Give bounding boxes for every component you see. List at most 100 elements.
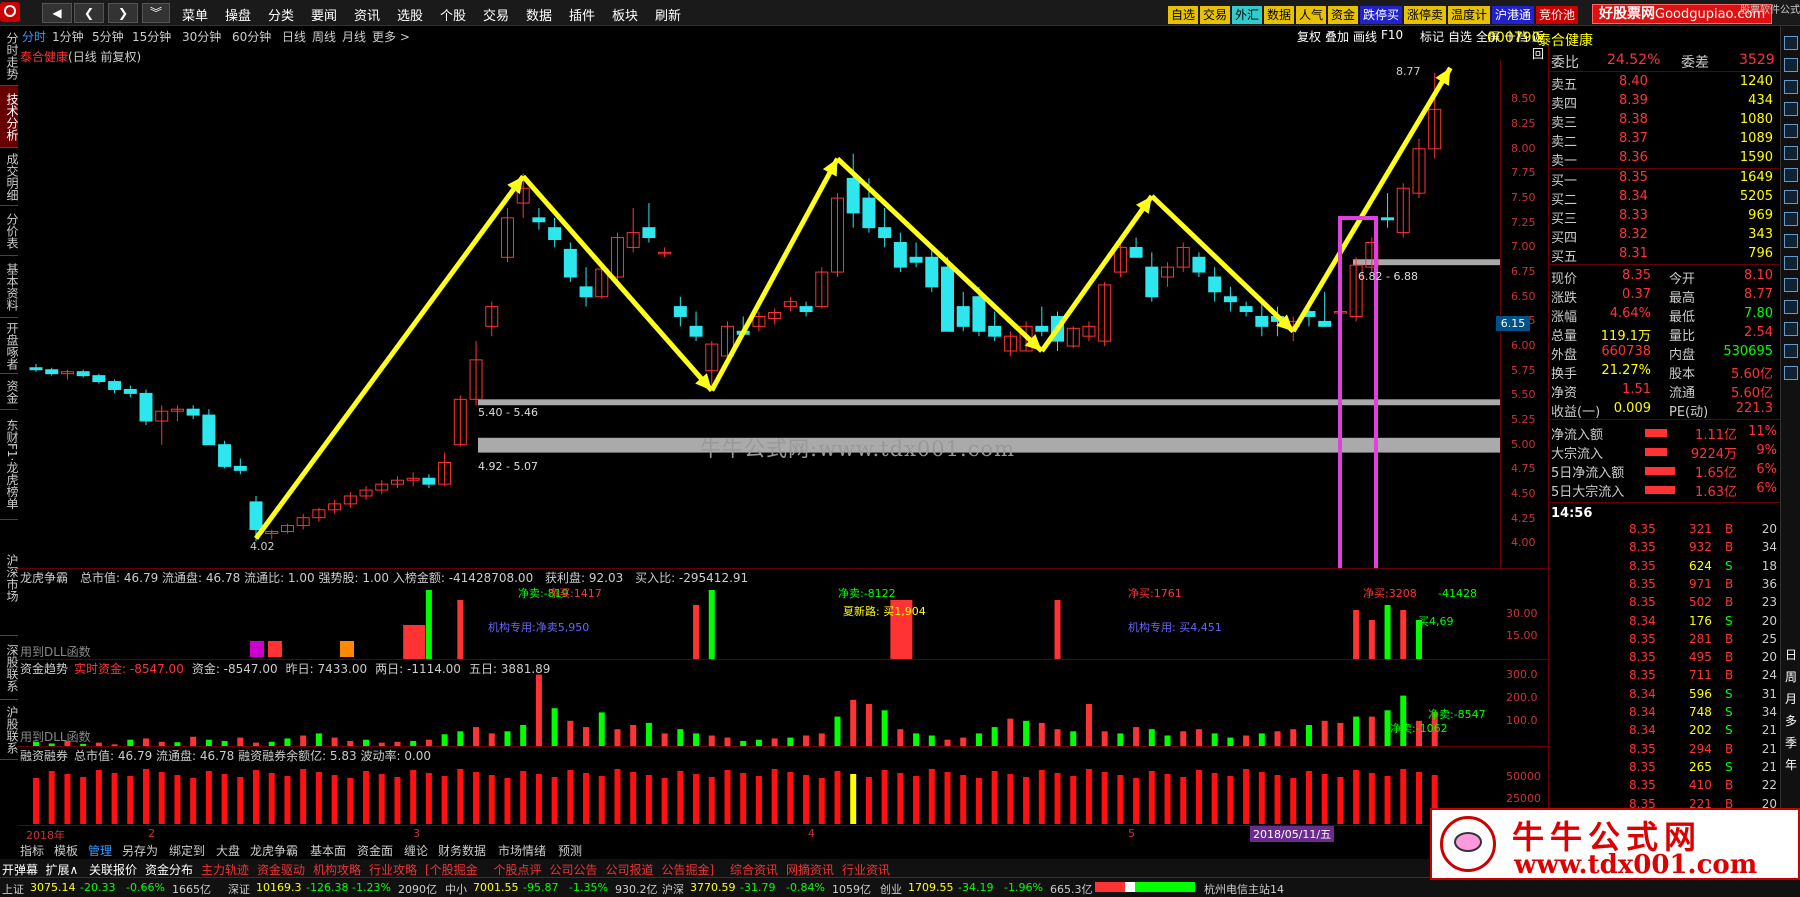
tool-4[interactable]: 标记 <box>1420 28 1444 45</box>
hotkey-10[interactable]: 竞价池 <box>1536 6 1578 24</box>
timeframe-0[interactable]: 分时 <box>22 28 46 45</box>
timeframe-6[interactable]: 日线 <box>282 28 306 45</box>
menu-item-6[interactable]: 个股 <box>440 5 466 24</box>
ask-row-4[interactable]: 卖一 8.36 1590 <box>1549 150 1781 169</box>
margin-trading-chart[interactable] <box>18 762 1500 824</box>
hotkey-5[interactable]: 资金 <box>1328 6 1358 24</box>
fund-trend-chart[interactable]: 净卖:-1062净卖:-8547 <box>18 660 1500 746</box>
info-tab-15[interactable]: 行业资讯 <box>842 861 890 878</box>
timeframe-3[interactable]: 15分钟 <box>132 28 171 45</box>
period-0[interactable]: 日 <box>1785 646 1797 663</box>
info-tab-2[interactable]: 关联报价 <box>89 861 137 878</box>
window-icon[interactable] <box>1784 190 1798 204</box>
rsi-icon[interactable] <box>1784 322 1798 336</box>
hotkey-0[interactable]: 自选 <box>1168 6 1198 24</box>
ask-row-3[interactable]: 卖二 8.37 1089 <box>1549 131 1781 150</box>
info-tab-3[interactable]: 资金分布 <box>145 861 193 878</box>
info-tab-4[interactable]: 主力轨迹 <box>201 861 249 878</box>
panel-icon[interactable] <box>1784 300 1798 314</box>
hotkey-3[interactable]: 数据 <box>1264 6 1294 24</box>
nav-back-far-button[interactable]: ◀ <box>42 3 72 23</box>
line-icon[interactable] <box>1784 124 1798 138</box>
candle-icon[interactable] <box>1784 168 1798 182</box>
hotkey-8[interactable]: 温度计 <box>1448 6 1490 24</box>
leftnav-2[interactable]: 成交明细 <box>0 148 18 206</box>
server-name[interactable]: 杭州电信主站14 <box>1204 881 1284 897</box>
bid-row-4[interactable]: 买五 8.31 796 <box>1549 246 1781 265</box>
leftnav-0[interactable]: 分时走势 <box>0 26 18 86</box>
hotkey-9[interactable]: 沪港通 <box>1492 6 1534 24</box>
period-1[interactable]: 周 <box>1785 668 1797 685</box>
indicator-tab-5[interactable]: 大盘 <box>216 842 240 859</box>
indicator-tab-12[interactable]: 预测 <box>558 842 582 859</box>
menu-item-3[interactable]: 要闻 <box>311 5 337 24</box>
timeframe-7[interactable]: 周线 <box>312 28 336 45</box>
period-4[interactable]: 季 <box>1785 734 1797 751</box>
info-tab-0[interactable]: 开弹幕 <box>2 861 38 878</box>
bid-row-3[interactable]: 买四 8.32 343 <box>1549 227 1781 246</box>
leftnav-1[interactable]: 技术分析 <box>0 86 18 148</box>
info-tab-9[interactable]: 个股点评 <box>494 861 542 878</box>
hotkey-1[interactable]: 交易 <box>1200 6 1230 24</box>
info-tab-14[interactable]: 网摘资讯 <box>786 861 834 878</box>
table-icon[interactable] <box>1784 234 1798 248</box>
indicator-tab-4[interactable]: 绑定到 <box>169 842 205 859</box>
nav-right-button[interactable]: ❯ <box>108 3 138 23</box>
timeframe-8[interactable]: 月线 <box>342 28 366 45</box>
timeframe-2[interactable]: 5分钟 <box>92 28 124 45</box>
info-tab-12[interactable]: 公告掘金] <box>662 861 715 878</box>
info-tab-10[interactable]: 公司公告 <box>550 861 598 878</box>
leftnav-7[interactable]: 东财F1·龙虎榜单 <box>0 410 18 520</box>
info-tab-5[interactable]: 资金驱动 <box>257 861 305 878</box>
leftnav-4[interactable]: 基本资料 <box>0 256 18 318</box>
info-tab-7[interactable]: 行业攻略 <box>369 861 417 878</box>
tool-3[interactable]: F10 <box>1381 28 1403 42</box>
candlestick-chart[interactable]: 8.77 4.02 5.40 - 5.46 4.92 - 5.07 6.82 - 6.8… <box>18 60 1500 568</box>
menu-item-9[interactable]: 插件 <box>569 5 595 24</box>
ask-row-1[interactable]: 卖四 8.39 434 <box>1549 93 1781 112</box>
bid-row-1[interactable]: 买二 8.34 5205 <box>1549 189 1781 208</box>
menu-icon[interactable] <box>1784 366 1798 380</box>
tool-1[interactable]: 叠加 <box>1325 28 1349 45</box>
menu-item-5[interactable]: 选股 <box>397 5 423 24</box>
timeframe-4[interactable]: 30分钟 <box>182 28 221 45</box>
menu-item-0[interactable]: 菜单 <box>182 5 208 24</box>
indicator-tab-11[interactable]: 市场情绪 <box>498 842 546 859</box>
tool-5[interactable]: 自选 <box>1448 28 1472 45</box>
menu-item-2[interactable]: 分类 <box>268 5 294 24</box>
leftnav-8[interactable]: 沪深市场 <box>0 520 18 636</box>
indicator-tab-8[interactable]: 资金面 <box>357 842 393 859</box>
star-icon[interactable] <box>1784 344 1798 358</box>
ask-row-2[interactable]: 卖三 8.38 1080 <box>1549 112 1781 131</box>
menu-item-4[interactable]: 资讯 <box>354 5 380 24</box>
info-tab-11[interactable]: 公司报道 <box>606 861 654 878</box>
info-tab-8[interactable]: [个股掘金 <box>425 861 478 878</box>
menu-item-11[interactable]: 刷新 <box>655 5 681 24</box>
info-tab-13[interactable]: 综合资讯 <box>730 861 778 878</box>
chart-icon[interactable] <box>1784 80 1798 94</box>
grid-icon[interactable] <box>1784 58 1798 72</box>
nav-left-button[interactable]: ❮ <box>74 3 104 23</box>
ask-row-0[interactable]: 卖五 8.40 1240 <box>1549 74 1781 93</box>
menu-item-8[interactable]: 数据 <box>526 5 552 24</box>
hotkey-4[interactable]: 人气 <box>1296 6 1326 24</box>
layout-icon[interactable] <box>1784 212 1798 226</box>
indicator-tab-10[interactable]: 财务数据 <box>438 842 486 859</box>
bid-row-2[interactable]: 买三 8.33 969 <box>1549 208 1781 227</box>
indicator-tab-2[interactable]: 管理 <box>88 842 112 859</box>
timeframe-1[interactable]: 1分钟 <box>52 28 84 45</box>
indicator-tab-1[interactable]: 模板 <box>54 842 78 859</box>
timeframe-9[interactable]: 更多 > <box>372 28 410 45</box>
hotkey-7[interactable]: 涨停卖 <box>1404 6 1446 24</box>
info-tab-6[interactable]: 机构攻略 <box>313 861 361 878</box>
period-3[interactable]: 多 <box>1785 712 1797 729</box>
tool-2[interactable]: 画线 <box>1353 28 1377 45</box>
bid-row-0[interactable]: 买一 8.35 1649 <box>1549 170 1781 189</box>
leftnav-5[interactable]: 开盘啄者 <box>0 318 18 374</box>
leftnav-9[interactable]: 深股联系 <box>0 636 18 700</box>
split-icon[interactable] <box>1784 256 1798 270</box>
timeframe-5[interactable]: 60分钟 <box>232 28 271 45</box>
menu-item-10[interactable]: 板块 <box>612 5 638 24</box>
indicator-tab-0[interactable]: 指标 <box>20 842 44 859</box>
leftnav-3[interactable]: 分价表 <box>0 206 18 256</box>
